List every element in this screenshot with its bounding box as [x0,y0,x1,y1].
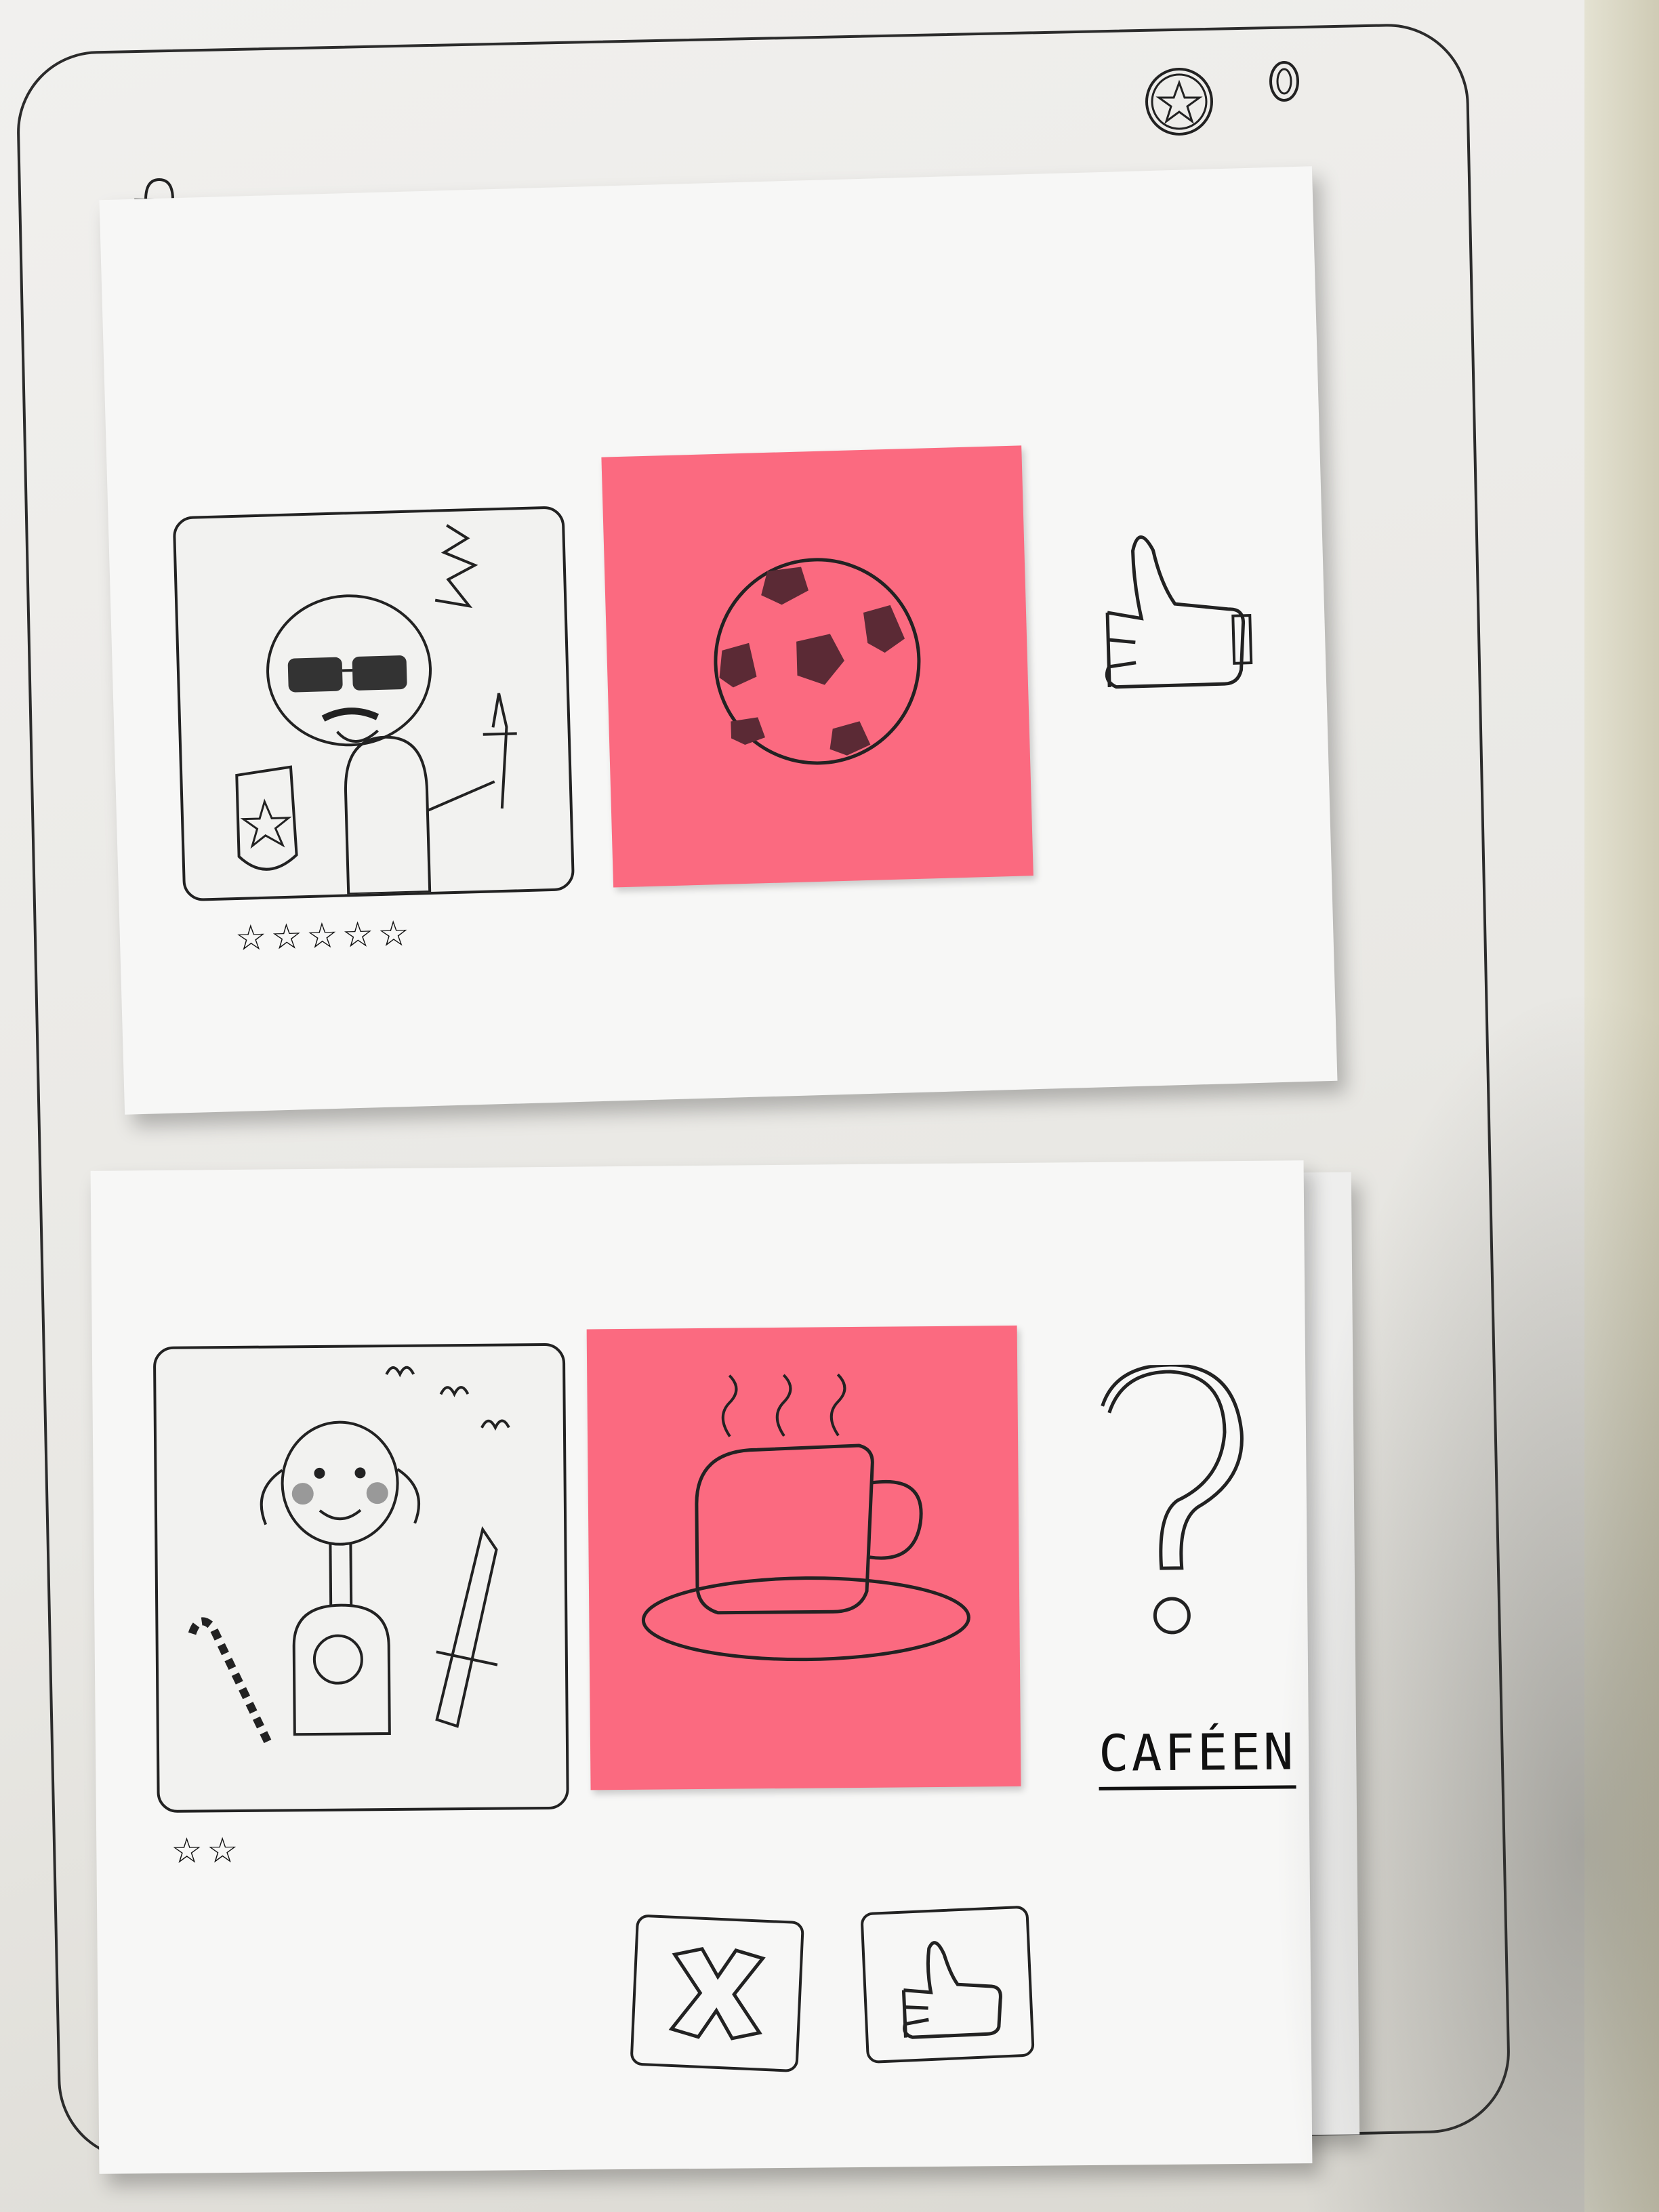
x-icon [668,1946,766,2041]
thumbs-up-icon [901,1940,1002,2039]
profile-photo-1[interactable] [172,506,575,902]
star-icon[interactable] [1139,61,1220,142]
rating-stars: ☆☆ [171,1830,243,1872]
match-card-1[interactable]: ☆☆☆☆☆ [99,166,1338,1115]
character-pigtails-icon [188,1366,510,1744]
profile-photo-2[interactable] [152,1343,569,1814]
thumbs-up-icon[interactable] [1057,506,1286,716]
interest-label: CAFÉEN [1098,1723,1296,1790]
character-sunglasses-icon [235,524,517,896]
wall-edge [1584,0,1659,2212]
interest-postit-1 [601,445,1033,888]
question-mark-icon [1101,1364,1244,1635]
soccer-ball-icon [714,558,921,765]
rating-stars: ☆☆☆☆☆ [234,913,414,960]
match-card-2[interactable]: ☆☆ CAFÉEN [90,1160,1313,2174]
toggle-icon[interactable] [1264,54,1305,108]
reject-button[interactable] [630,1914,804,2073]
like-button[interactable] [860,1905,1035,2064]
coffee-cup-icon [641,1373,970,1662]
interest-postit-2 [586,1325,1021,1790]
